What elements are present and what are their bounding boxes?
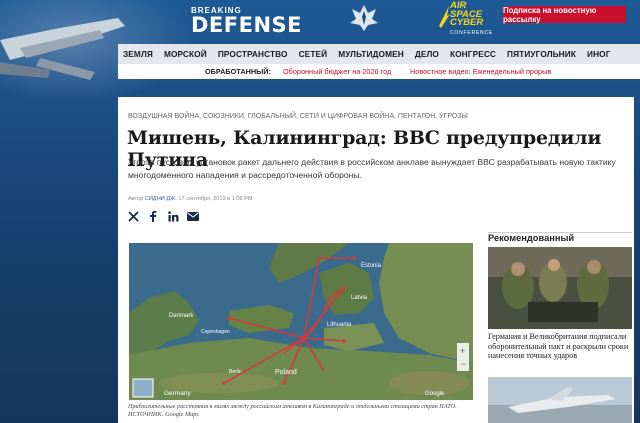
nav-item-business[interactable]: ДЕЛО <box>410 49 444 59</box>
article-card: ВОЗДУШНАЯ ВОЙНА, СОЮЗНИКИ, ГЛОБАЛЬНЫЙ, С… <box>118 97 634 423</box>
kaliningrad-distance-map[interactable]: Estonia Latvia Lithuania Denmark Copenha… <box>129 243 473 400</box>
nav-item-networks[interactable]: СЕТЕЙ <box>294 49 333 59</box>
map-label-copenhagen: Copenhagen <box>201 329 230 335</box>
recommended-heading: Рекомендованный <box>488 232 632 245</box>
zoom-in-icon[interactable]: + <box>460 346 465 356</box>
featured-link-budget[interactable]: Оборонный бюджет на 2026 год <box>283 67 391 76</box>
site-logo[interactable]: BREAKING DEFENSE <box>191 6 302 36</box>
facebook-icon[interactable] <box>147 210 159 222</box>
map-label-lithuania: Lithuania <box>327 322 352 328</box>
byline-prefix: Автор <box>128 196 144 202</box>
publish-date: 17 сентября, 2019 в 1:06 PM <box>178 196 253 202</box>
email-icon[interactable] <box>187 210 199 222</box>
map-label-denmark: Denmark <box>169 313 194 319</box>
nav-item-congress[interactable]: КОНГРЕСС <box>445 49 501 59</box>
map-caption: Приблизительные расстояния в милях между… <box>128 403 457 418</box>
map-label-berlin: Berlin <box>229 369 242 375</box>
nav-item-pentagon[interactable]: ПЯТИУГОЛЬНИК <box>502 49 581 59</box>
featured-bar: ОБРАБОТАННЫЙ: Оборонный бюджет на 2026 г… <box>118 64 640 79</box>
main-nav: ЗЕМЛЯ МОРСКОЙ ПРОСТРАНСТВО СЕТЕЙ МУЛЬТИД… <box>118 44 640 64</box>
recommended-image-1[interactable] <box>488 247 632 329</box>
x-icon[interactable] <box>127 210 139 222</box>
recommended-image-2[interactable] <box>488 377 632 423</box>
conference-swoosh-icon <box>439 6 450 28</box>
logo-big-text: DEFENSE <box>191 13 303 37</box>
aircraft-image <box>0 18 125 80</box>
map-layer-thumbnail[interactable] <box>132 378 154 398</box>
map-label-estonia: Estonia <box>361 263 382 269</box>
subscribe-button[interactable]: Подписка на новостную рассылку <box>503 6 626 24</box>
conference-logo[interactable]: AIR SPACE CYBER CONFERENCE <box>437 1 502 38</box>
author-link[interactable]: СИДНИ ДЖ. <box>145 196 177 202</box>
wing-emblem-icon <box>350 5 378 31</box>
conference-sub-text: CONFERENCE <box>450 30 494 36</box>
article-tags[interactable]: ВОЗДУШНАЯ ВОЙНА, СОЮЗНИКИ, ГЛОБАЛЬНЫЙ, С… <box>128 113 468 120</box>
nav-item-land[interactable]: ЗЕМЛЯ <box>118 49 158 59</box>
featured-link-video[interactable]: Новостное видео: Еженедельный прорыв <box>410 67 551 76</box>
share-bar <box>127 210 199 222</box>
nav-item-space[interactable]: ПРОСТРАНСТВО <box>213 49 293 59</box>
nav-item-other[interactable]: ИНОГ <box>582 49 616 59</box>
featured-label: ОБРАБОТАННЫЙ: <box>205 67 271 76</box>
recommended-item-1-title[interactable]: Германия и Великобритания подписали обор… <box>488 332 632 361</box>
conference-logo-line-3: CYBER <box>450 17 484 28</box>
linkedin-icon[interactable] <box>167 210 179 222</box>
map-label-google: Google <box>425 391 445 397</box>
nav-item-multidomain[interactable]: МУЛЬТИДОМЕН <box>333 49 409 59</box>
map-label-poland: Poland <box>275 369 297 376</box>
zoom-out-icon[interactable]: − <box>461 359 466 369</box>
nav-item-naval[interactable]: МОРСКОЙ <box>159 49 212 59</box>
article-byline: Автор СИДНИ ДЖ. 17 сентября, 2019 в 1:06… <box>128 196 253 202</box>
map-label-latvia: Latvia <box>351 295 368 301</box>
map-label-germany: Germany <box>164 390 191 397</box>
article-lead: Угроза пусковых установок ракет дальнего… <box>128 157 616 180</box>
